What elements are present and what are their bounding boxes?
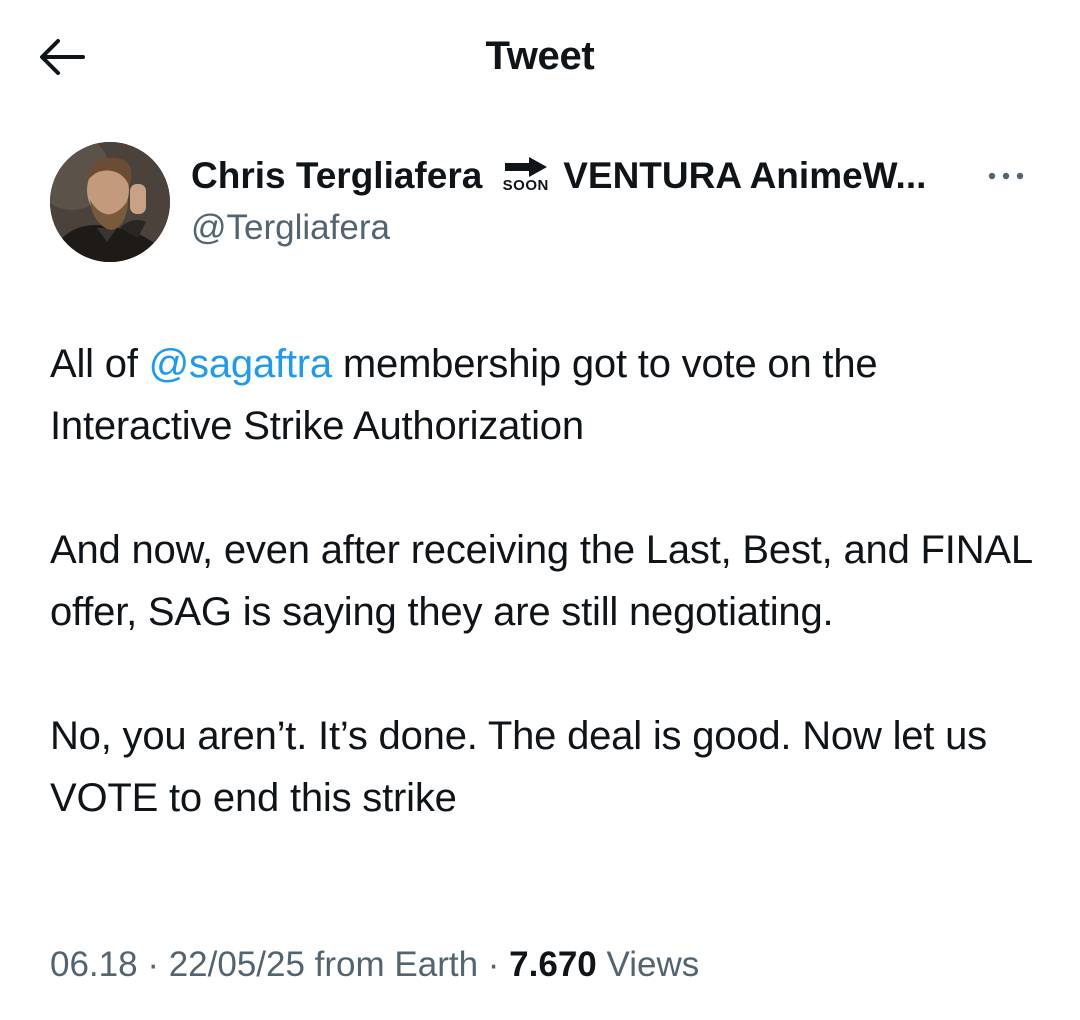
tweet-paragraph: And now, even after receiving the Last, … [50,528,1032,634]
soon-badge: SOON [499,156,553,196]
separator: · [137,945,169,984]
views-label: Views [596,945,700,984]
tweet-paragraph: All of @sagaftra membership got to vote … [50,342,878,448]
author-handle[interactable]: @Tergliafera [191,208,390,248]
tweet-metadata: 06.18 · 22/05/25 from Earth · 7.670 View… [50,945,699,985]
arrow-right-icon [504,157,547,177]
tweet-date[interactable]: 22/05/25 [169,945,305,984]
tweet-time[interactable]: 06.18 [50,945,138,984]
more-options-button[interactable] [986,166,1026,186]
separator: · [478,945,510,984]
tweet-author: Chris Tergliafera SOON VENTURA AnimeW...… [50,140,1040,265]
top-bar: Tweet [0,0,1080,112]
author-name-suffix: VENTURA AnimeW... [563,155,927,196]
tweet-body: All of @sagaftra membership got to vote … [50,333,1040,891]
avatar[interactable] [50,142,170,262]
tweet-source: from Earth [304,945,479,984]
soon-badge-label: SOON [502,177,549,194]
tweet-paragraph: No, you aren’t. It’s done. The deal is g… [50,714,987,820]
author-display-name[interactable]: Chris Tergliafera [191,155,482,196]
mention-link[interactable]: @sagaftra [149,342,333,386]
views-count[interactable]: 7.670 [509,945,597,984]
more-horizontal-icon [988,172,1024,180]
page-title: Tweet [485,34,595,78]
author-name-row: Chris Tergliafera SOON VENTURA AnimeW... [191,155,971,205]
